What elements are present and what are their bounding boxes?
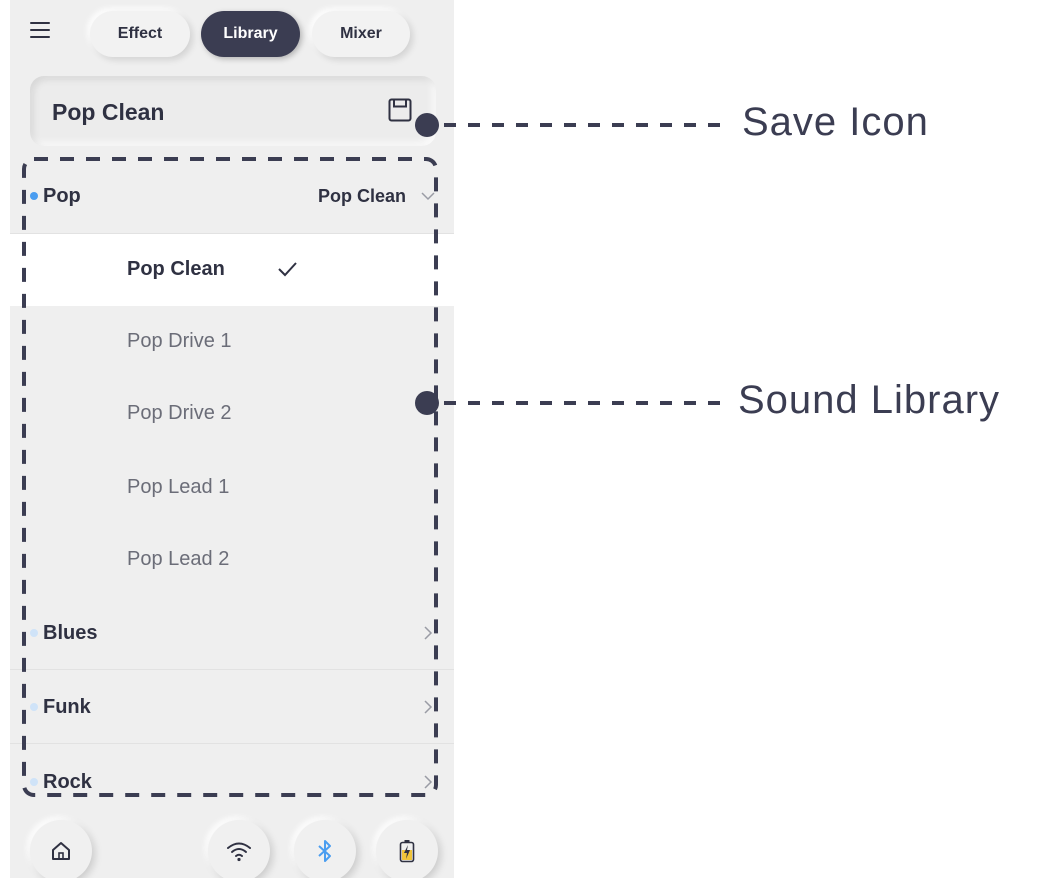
tab-effect[interactable]: Effect xyxy=(90,11,190,57)
bluetooth-icon xyxy=(318,840,331,862)
sound-library-annotation-label: Sound Library xyxy=(738,378,1001,422)
tab-mixer[interactable]: Mixer xyxy=(312,11,410,57)
wifi-icon xyxy=(227,842,251,862)
floppy-disk-icon[interactable] xyxy=(388,98,412,122)
tab-library[interactable]: Library xyxy=(201,11,300,57)
sound-library-highlight-box xyxy=(22,157,438,797)
current-preset-bar: Pop Clean xyxy=(30,76,436,146)
sound-library-callout-line xyxy=(415,391,732,415)
wifi-button[interactable] xyxy=(208,820,270,878)
current-preset-name: Pop Clean xyxy=(52,99,165,125)
save-icon-callout-line xyxy=(415,113,732,137)
home-button[interactable] xyxy=(30,820,92,878)
home-icon xyxy=(52,842,70,860)
battery-button[interactable] xyxy=(376,820,438,878)
battery-charging-icon xyxy=(399,840,415,863)
hamburger-menu-icon[interactable] xyxy=(30,22,50,40)
save-icon-annotation-label: Save Icon xyxy=(742,100,929,144)
bluetooth-button[interactable] xyxy=(294,820,356,878)
